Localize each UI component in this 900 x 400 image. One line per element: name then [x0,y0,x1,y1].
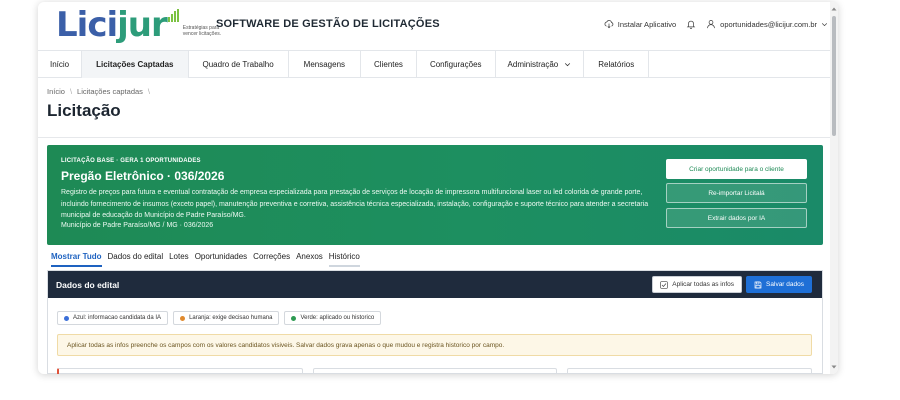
save-icon [754,281,762,288]
cloud-download-icon [604,20,614,29]
legend-chip-orange: Laranja: exige decisao humana [173,311,280,325]
extract-ai-button[interactable]: Extrair dados por IA [666,208,807,228]
nav-item-mensagens[interactable]: Mensagens [289,51,362,78]
field-cards [57,368,813,374]
banner-title: Pregão Eletrônico · 036/2026 [61,169,225,183]
scroll-up-arrow-icon[interactable] [831,6,837,12]
nav-item-licitacoes-captadas[interactable]: Licitações Captadas [82,51,189,78]
legend-label: Azul: informacao candidata da IA [73,315,162,321]
tab-lotes[interactable]: Lotes [169,252,189,267]
dados-do-edital-panel: Dados do edital Aplicar todas as infos S… [47,270,823,374]
scroll-down-arrow-icon[interactable] [831,364,837,370]
legend-chip-blue: Azul: informacao candidata da IA [57,311,169,325]
header-actions: Instalar Aplicativo oportunidades@liciju… [604,19,828,29]
tab-historico[interactable]: Histórico [328,252,360,267]
tab-mostrar-tudo[interactable]: Mostrar Tudo [51,252,102,267]
breadcrumb-section[interactable]: Licitações captadas [77,87,143,96]
nav-item-administracao-label: Administração [507,60,559,69]
checkbox-check-icon [660,280,668,289]
nav-item-configuracoes[interactable]: Configurações [417,51,496,78]
divider [38,137,830,138]
legend-dot [291,315,297,321]
chevron-down-icon [821,22,828,26]
tab-correcoes[interactable]: Correções [253,252,290,267]
breadcrumb-separator: \ [147,87,150,96]
banner-description: Registro de preços para futura e eventua… [61,189,649,219]
install-app-label: Instalar Aplicativo [617,19,677,29]
field-card[interactable] [312,368,558,374]
save-data-label: Salvar dados [766,281,804,288]
breadcrumb-home[interactable]: Início [47,87,65,96]
legend-dot [180,315,186,321]
field-card[interactable] [57,368,303,374]
panel-actions: Aplicar todas as infos Salvar dados [652,276,812,293]
breadcrumb-separator: \ [69,87,73,96]
panel-header: Dados do edital Aplicar todas as infos S… [48,271,822,298]
user-email: oportunidades@licijur.com.br [720,19,817,29]
reimport-button[interactable]: Re-importar Licitalá [666,183,807,203]
field-card[interactable] [567,368,813,374]
licijur-logo[interactable]: Licijur Estratégias para vencer licitaçõ… [56,5,225,45]
banner-kicker: LICITAÇÃO BASE · GERA 1 OPORTUNIDADES [61,158,201,164]
nav-item-relatorios[interactable]: Relatórios [584,51,650,78]
legend-dot [64,315,69,321]
section-tabs: Mostrar Tudo Dados do edital Lotes Oport… [51,252,366,267]
user-menu[interactable]: oportunidades@licijur.com.br [706,19,828,29]
legend-label: Verde: aplicado ou historico [300,315,375,321]
main-nav: Início Licitações Captadas Quadro de Tra… [38,50,830,78]
logo-text-part-b: jur [117,5,168,45]
chevron-down-icon [565,63,571,67]
nav-item-quadro-de-trabalho[interactable]: Quadro de Trabalho [189,51,289,78]
nav-item-inicio[interactable]: Início [38,51,83,78]
panel-title: Dados do edital [56,279,120,290]
legend-chip-green: Verde: aplicado ou historico [284,311,382,325]
breadcrumb: Início \ Licitações captadas \ [47,87,150,96]
app-title: SOFTWARE DE GESTÃO DE LICITAÇÕES [216,18,440,30]
info-notice: Aplicar todas as infos preenche os campo… [57,334,812,356]
notifications-button[interactable] [686,19,696,29]
logo-wordmark: Licijur [56,5,168,45]
logo-bars-icon [167,9,179,22]
tab-anexos[interactable]: Anexos [296,252,323,267]
app-header: Licijur Estratégias para vencer licitaçõ… [38,2,838,50]
create-opportunity-button[interactable]: Criar oportunidade para o cliente [666,159,807,179]
legend-label: Laranja: exige decisao humana [189,315,273,321]
tab-dados-do-edital[interactable]: Dados do edital [108,252,164,267]
tab-oportunidades[interactable]: Oportunidades [195,252,247,267]
nav-item-administracao[interactable]: Administração [496,51,585,78]
page-title: Licitação [47,101,121,120]
apply-all-button[interactable]: Aplicar todas as infos [652,276,743,293]
install-app-button[interactable]: Instalar Aplicativo [604,19,676,29]
user-icon [707,20,716,29]
bell-icon [686,20,696,29]
nav-item-clientes[interactable]: Clientes [361,51,417,78]
banner-meta: Município de Padre Paraíso/MG / MG · 036… [61,222,214,229]
licitacao-banner: LICITAÇÃO BASE · GERA 1 OPORTUNIDADES Pr… [47,145,823,245]
vertical-scrollbar[interactable] [830,2,838,374]
color-legend: Azul: informacao candidata da IA Laranja… [57,311,382,325]
save-data-button[interactable]: Salvar dados [746,276,812,293]
logo-text-part-a: Lici [56,5,118,45]
scrollbar-thumb[interactable] [832,16,836,136]
apply-all-label: Aplicar todas as infos [672,281,735,288]
app-window: Licijur Estratégias para vencer licitaçõ… [38,2,838,374]
